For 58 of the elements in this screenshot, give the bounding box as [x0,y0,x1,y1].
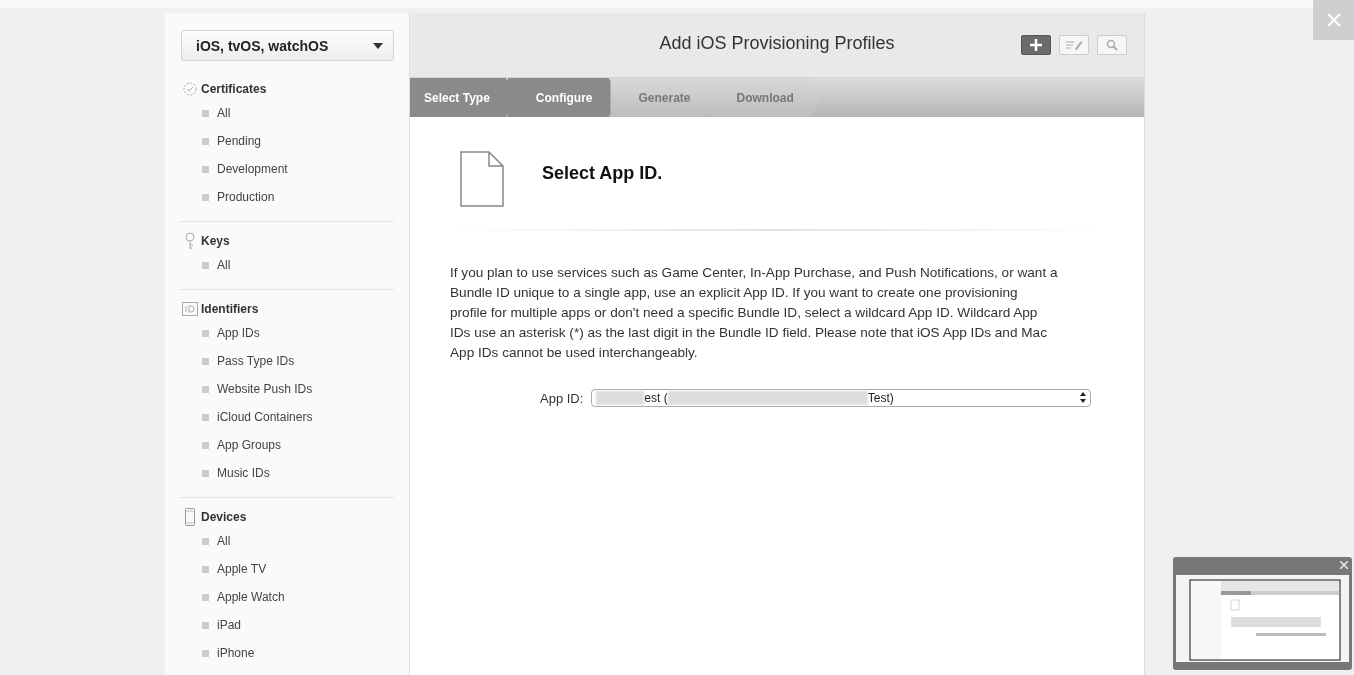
add-button[interactable] [1021,35,1051,55]
sidebar-link[interactable]: iPad [217,618,242,632]
page-title: Add iOS Provisioning Profiles [659,32,895,54]
platform-dropdown[interactable]: iOS, tvOS, watchOS [181,30,394,61]
section-heading: Keys [201,234,230,248]
sidebar-link[interactable]: App IDs [217,326,260,340]
bullet-icon [202,109,209,117]
key-icon [184,232,196,250]
search-icon [1106,39,1118,51]
edit-button[interactable] [1059,35,1089,55]
sidebar-link[interactable]: Apple TV [217,562,267,576]
close-icon[interactable] [1340,561,1348,569]
phone-icon [185,508,195,526]
sidebar-link[interactable]: Pending [217,134,262,148]
stepper-icon [1080,392,1087,403]
sidebar-link[interactable]: All [217,258,231,272]
bullet-icon [202,621,209,629]
bullet-icon [202,469,209,477]
sidebar-link[interactable]: App Groups [217,438,282,452]
bullet-icon [202,137,209,145]
bullet-icon [202,413,209,421]
sidebar-link[interactable]: Music IDs [217,466,270,480]
sidebar-link[interactable]: iCloud Containers [217,410,313,424]
close-button[interactable] [1313,0,1354,40]
bullet-icon [202,593,209,601]
close-icon [1325,12,1342,28]
section-heading: Certificates [201,82,267,96]
sidebar-link[interactable]: Apple Watch [217,590,285,604]
app-id-select[interactable]: est ( Test) [591,389,1092,407]
sidebar-link[interactable]: iPhone [217,646,255,660]
gear-icon [182,81,198,97]
bullet-icon [202,565,209,573]
sidebar-link[interactable]: All [217,106,231,120]
search-button[interactable] [1097,35,1127,55]
bullet-icon [202,649,209,657]
id-card-icon [182,302,198,316]
document-icon [460,151,504,207]
field-label: App ID: [540,390,584,406]
edit-icon [1065,39,1083,51]
bullet-icon [202,165,209,173]
bullet-icon [202,357,209,365]
description-text: If you plan to use services such as Game Center, In-App Purchase, and Push Notifications, or want a Bundle ID unique to a single app, use an explicit App ID. If you want to create one provisioning profile for multiple apps or don't need a specific Bundle ID, select a wildcard App ID. Wildcard App IDs use an asterisk (*) as the last digit in the Bundle ID field. Please note that iOS App IDs and Mac App IDs cannot be used interchangeably. [450,264,1058,362]
sidebar-link[interactable]: All [217,534,231,548]
section-title: Select App ID. [542,162,663,184]
section-heading: Identifiers [201,302,259,316]
bullet-icon [202,441,209,449]
sidebar-link[interactable]: Pass Type IDs [217,354,295,368]
caret-icon [373,42,383,49]
bullet-icon [202,261,209,269]
sidebar-link[interactable]: Website Push IDs [217,382,313,396]
sidebar-link[interactable]: Development [217,162,288,176]
section-heading: Devices [201,510,247,524]
bullet-icon [202,329,209,337]
sidebar-link[interactable]: Production [217,190,275,204]
plus-icon [1030,39,1042,51]
bullet-icon [202,193,209,201]
bullet-icon [202,385,209,393]
bullet-icon [202,537,209,545]
